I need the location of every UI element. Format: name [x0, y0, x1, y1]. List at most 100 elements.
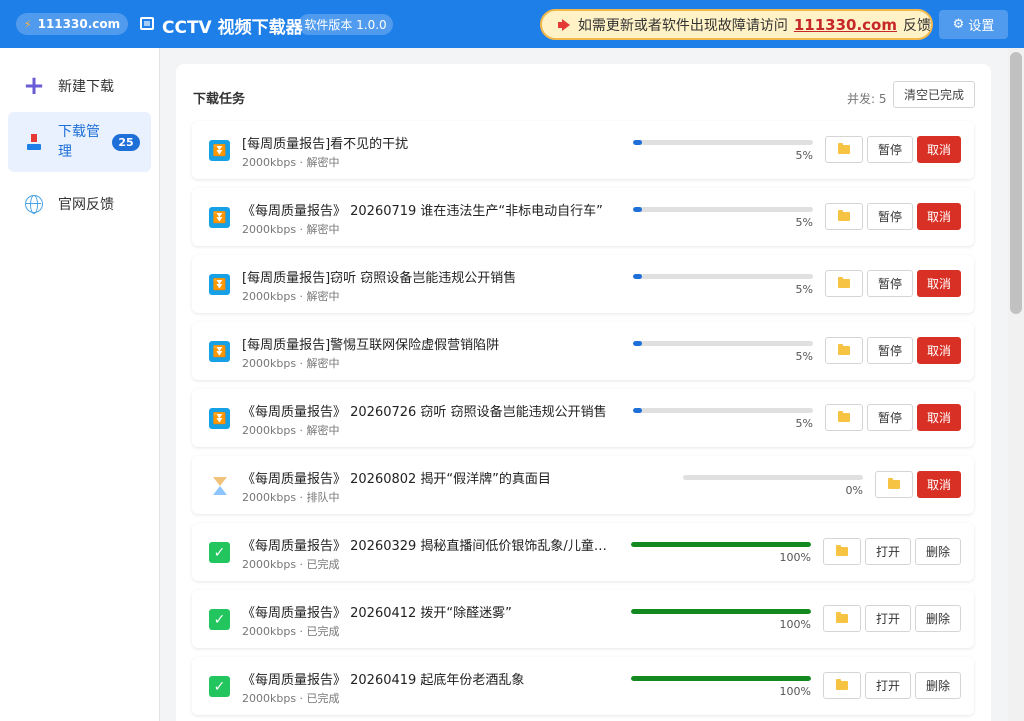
- hourglass-icon: [209, 475, 230, 496]
- progress-fill: [631, 609, 811, 614]
- notice-suffix: 反馈: [903, 17, 931, 34]
- progress-bar: [631, 609, 811, 614]
- progress-bar: [633, 408, 813, 413]
- task-meta: 2000kbps · 已完成: [242, 625, 340, 638]
- progress-fill: [633, 274, 642, 279]
- task-row: ⏬ [每周质量报告]窃听 窃照设备岂能违规公开销售 2000kbps · 解密中 5%…: [192, 255, 974, 313]
- task-title: 《每周质量报告》 20260726 窃听 窃照设备岂能违规公开销售: [242, 405, 607, 420]
- folder-icon: [836, 612, 848, 623]
- double-down-arrow-icon: ⏬: [209, 274, 230, 295]
- progress-percent: 100%: [779, 685, 811, 698]
- folder-icon: [838, 143, 850, 154]
- cancel-button[interactable]: 取消: [917, 203, 961, 230]
- site-badge-label: 111330.com: [37, 17, 121, 31]
- open-button[interactable]: 打开: [865, 538, 911, 565]
- sidebar-item-feedback[interactable]: 官网反馈: [8, 174, 151, 234]
- open-folder-button[interactable]: [825, 337, 863, 364]
- task-meta: 2000kbps · 解密中: [242, 156, 340, 169]
- pause-button[interactable]: 暂停: [867, 404, 913, 431]
- clear-completed-button[interactable]: 清空已完成: [893, 81, 975, 108]
- task-count-badge: 25: [112, 133, 140, 151]
- folder-icon: [838, 411, 850, 422]
- open-folder-button[interactable]: [875, 471, 913, 498]
- task-meta: 2000kbps · 排队中: [242, 491, 340, 504]
- double-down-arrow-icon: ⏬: [209, 341, 230, 362]
- download-icon: [24, 132, 44, 152]
- task-row: ✓ 《每周质量报告》 20260329 揭秘直播间低价银饰乱象/儿童羽绒服质量调查…: [192, 523, 974, 581]
- task-meta: 2000kbps · 解密中: [242, 357, 340, 370]
- check-icon: ✓: [209, 676, 230, 697]
- sidebar-item-label: 官网反馈: [58, 197, 114, 213]
- progress-percent: 5%: [795, 283, 813, 296]
- settings-button[interactable]: ⚙ 设置: [939, 10, 1008, 39]
- progress-bar: [633, 341, 813, 346]
- check-icon: ✓: [209, 542, 230, 563]
- progress-fill: [631, 542, 811, 547]
- task-meta: 2000kbps · 已完成: [242, 558, 340, 571]
- progress-fill: [633, 408, 642, 413]
- scrollbar-thumb[interactable]: [1010, 52, 1022, 314]
- progress-percent: 5%: [795, 417, 813, 430]
- open-folder-button[interactable]: [825, 203, 863, 230]
- folder-icon: [838, 210, 850, 221]
- task-title: [每周质量报告]警惕互联网保险虚假营销陷阱: [242, 338, 500, 353]
- open-folder-button[interactable]: [825, 136, 863, 163]
- task-row: ✓ 《每周质量报告》 20260412 拨开“除醛迷雾” 2000kbps · 已完…: [192, 590, 974, 648]
- open-button[interactable]: 打开: [865, 605, 911, 632]
- version-badge: 软件版本 1.0.0: [298, 14, 393, 35]
- folder-icon: [838, 344, 850, 355]
- open-folder-button[interactable]: [823, 672, 861, 699]
- task-row: 《每周质量报告》 20260802 揭开“假洋牌”的真面目 2000kbps · …: [192, 456, 974, 514]
- progress-fill: [631, 676, 811, 681]
- pause-button[interactable]: 暂停: [867, 337, 913, 364]
- delete-button[interactable]: 删除: [915, 605, 961, 632]
- cancel-button[interactable]: 取消: [917, 270, 961, 297]
- double-down-arrow-icon: ⏬: [209, 408, 230, 429]
- delete-button[interactable]: 删除: [915, 538, 961, 565]
- pause-button[interactable]: 暂停: [867, 136, 913, 163]
- task-row: ⏬ 《每周质量报告》 20260719 谁在违法生产“非标电动自行车” 2000kb…: [192, 188, 974, 246]
- double-down-arrow-icon: ⏬: [209, 140, 230, 161]
- progress-fill: [633, 140, 642, 145]
- open-button[interactable]: 打开: [865, 672, 911, 699]
- delete-button[interactable]: 删除: [915, 672, 961, 699]
- progress-bar: [633, 140, 813, 145]
- task-title: [每周质量报告]看不见的干扰: [242, 137, 409, 152]
- sidebar: + 新建下载 下载管理 25 官网反馈: [0, 48, 160, 721]
- progress-percent: 5%: [795, 350, 813, 363]
- pause-button[interactable]: 暂停: [867, 203, 913, 230]
- task-title: 《每周质量报告》 20260719 谁在违法生产“非标电动自行车”: [242, 204, 603, 219]
- scrollbar[interactable]: [1008, 48, 1024, 721]
- open-folder-button[interactable]: [823, 605, 861, 632]
- cancel-button[interactable]: 取消: [917, 337, 961, 364]
- pause-button[interactable]: 暂停: [867, 270, 913, 297]
- progress-bar: [631, 542, 811, 547]
- monitor-icon: [140, 17, 154, 30]
- app-title: CCTV 视频下载器: [162, 18, 303, 38]
- open-folder-button[interactable]: [823, 538, 861, 565]
- concurrency-label: 并发: 5: [847, 92, 887, 106]
- progress-percent: 100%: [779, 551, 811, 564]
- sidebar-item-download-manager[interactable]: 下载管理 25: [8, 112, 151, 172]
- plus-icon: +: [23, 71, 45, 101]
- folder-icon: [888, 478, 900, 489]
- cancel-button[interactable]: 取消: [917, 471, 961, 498]
- panel-title: 下载任务: [193, 92, 246, 107]
- folder-icon: [838, 277, 850, 288]
- open-folder-button[interactable]: [825, 270, 863, 297]
- notice-link[interactable]: 111330.com: [794, 16, 897, 34]
- site-badge[interactable]: ⚡ 111330.com: [16, 13, 128, 35]
- sidebar-item-label: 新建下载: [58, 79, 114, 95]
- cancel-button[interactable]: 取消: [917, 136, 961, 163]
- progress-percent: 0%: [845, 484, 863, 497]
- cancel-button[interactable]: 取消: [917, 404, 961, 431]
- folder-icon: [836, 545, 848, 556]
- open-folder-button[interactable]: [825, 404, 863, 431]
- notice-prefix: 如需更新或者软件出现故障请访问: [577, 17, 788, 34]
- update-notice: 如需更新或者软件出现故障请访问 111330.com 反馈: [540, 9, 933, 40]
- sidebar-item-new-download[interactable]: + 新建下载: [8, 56, 151, 116]
- task-title: [每周质量报告]窃听 窃照设备岂能违规公开销售: [242, 271, 517, 286]
- progress-fill: [633, 341, 642, 346]
- settings-label: 设置: [968, 19, 995, 34]
- progress-bar: [631, 676, 811, 681]
